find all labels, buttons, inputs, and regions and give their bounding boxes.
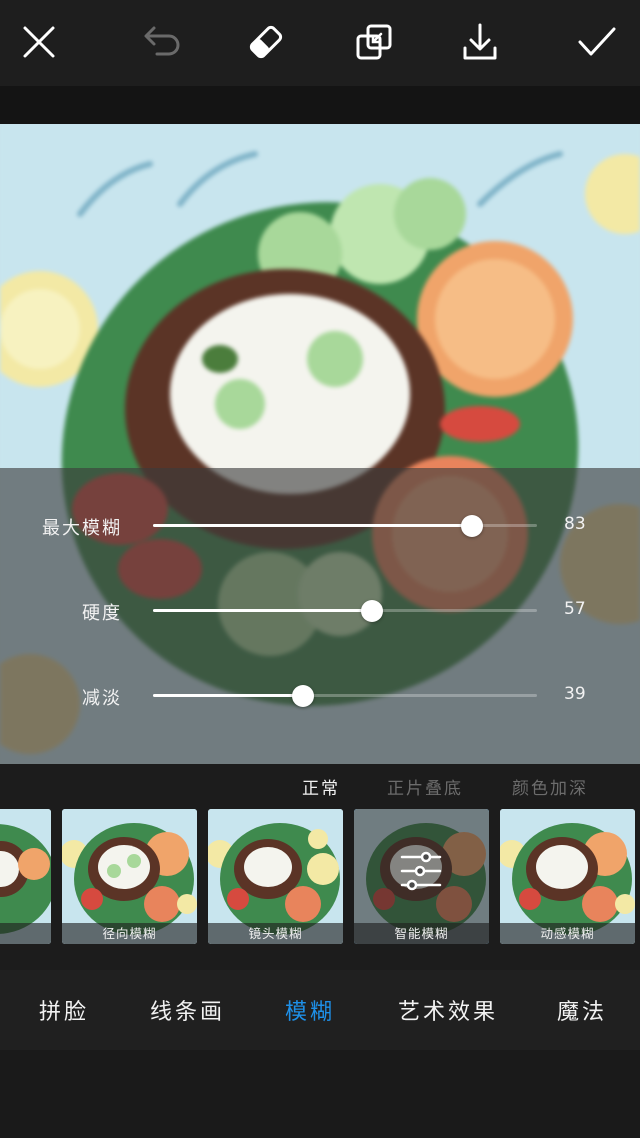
blend-mode-normal[interactable]: 正常	[302, 774, 340, 799]
effect-smart-blur[interactable]: 智能模糊	[354, 809, 489, 944]
compare-icon	[356, 24, 392, 60]
thumbnail-label: 动感模糊	[500, 923, 635, 944]
undo-icon	[144, 26, 180, 56]
blend-mode-multiply[interactable]: 正片叠底	[387, 774, 463, 799]
slider-fade[interactable]: 减淡 39	[0, 675, 640, 715]
slider-label: 硬度	[82, 603, 122, 624]
undo-button[interactable]	[134, 16, 186, 68]
slider-panel: 最大模糊 83 硬度 57 减淡 39	[0, 468, 640, 764]
effect-thumbnail-strip[interactable]: 径向模糊 镜头模糊 智能模糊 动感模糊	[0, 806, 640, 952]
effect-thumbnail[interactable]	[0, 809, 51, 944]
close-button[interactable]	[13, 16, 65, 68]
bottom-area	[0, 1050, 640, 1138]
thumbnail-label: 径向模糊	[62, 923, 197, 944]
slider-thumb[interactable]	[291, 685, 314, 707]
slider-label: 减淡	[82, 688, 122, 709]
eraser-icon	[249, 25, 283, 59]
thumbnail-label: 智能模糊	[354, 923, 489, 944]
effect-motion-blur[interactable]: 动感模糊	[500, 809, 635, 944]
slider-hardness[interactable]: 硬度 57	[0, 590, 640, 630]
tab-art-effects[interactable]: 艺术效果	[398, 994, 498, 1026]
eraser-button[interactable]	[240, 16, 292, 68]
slider-fill	[153, 524, 472, 527]
effect-lens-blur[interactable]: 镜头模糊	[208, 809, 343, 944]
slider-fill	[153, 609, 372, 612]
top-toolbar	[0, 0, 640, 86]
slider-value: 39	[564, 684, 586, 704]
slider-track[interactable]	[153, 515, 537, 537]
slider-thumb[interactable]	[460, 515, 483, 537]
blend-mode-bar: 正常 正片叠底 颜色加深	[0, 764, 640, 806]
category-tab-bar: 拼脸 线条画 模糊 艺术效果 魔法	[0, 970, 640, 1050]
confirm-button[interactable]	[571, 16, 623, 68]
slider-track[interactable]	[153, 600, 537, 622]
slider-track[interactable]	[153, 685, 537, 707]
tab-blur[interactable]: 模糊	[285, 994, 335, 1026]
adjust-settings-icon[interactable]	[398, 851, 444, 891]
slider-label: 最大模糊	[42, 518, 122, 539]
blend-mode-color-burn[interactable]: 颜色加深	[512, 774, 588, 799]
slider-max-blur[interactable]: 最大模糊 83	[0, 505, 640, 545]
slider-value: 57	[564, 599, 586, 619]
toolbar-spacer	[0, 86, 640, 124]
checkmark-icon	[578, 27, 616, 56]
close-icon	[23, 26, 55, 58]
effect-radial-blur[interactable]: 径向模糊	[62, 809, 197, 944]
tab-face-swap[interactable]: 拼脸	[39, 994, 89, 1026]
download-icon	[463, 23, 497, 60]
download-button[interactable]	[454, 16, 506, 68]
slider-fill	[153, 694, 303, 697]
slider-thumb[interactable]	[360, 600, 383, 622]
thumbnail-label: 镜头模糊	[208, 923, 343, 944]
slider-value: 83	[564, 514, 586, 534]
compare-button[interactable]	[348, 16, 400, 68]
tab-line-drawing[interactable]: 线条画	[150, 994, 225, 1026]
tab-magic[interactable]: 魔法	[557, 994, 607, 1026]
thumbnail-label	[0, 923, 51, 944]
